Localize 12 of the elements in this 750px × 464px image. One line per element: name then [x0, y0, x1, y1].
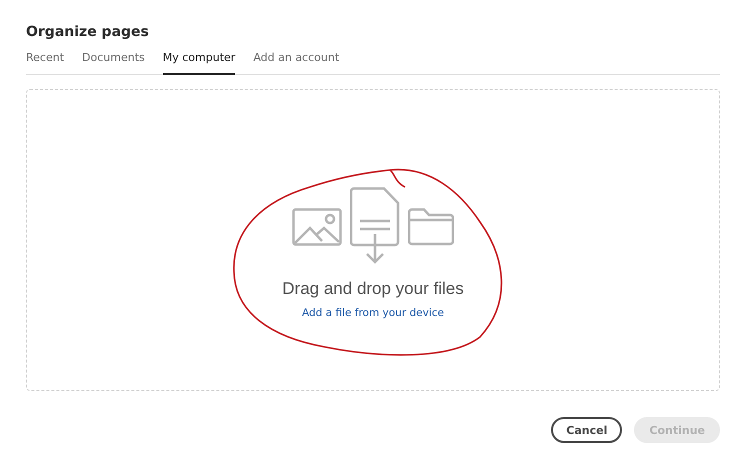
tab[interactable]: My computer — [162, 51, 236, 75]
tab[interactable]: Add an account — [253, 51, 340, 75]
dropzone[interactable]: Drag and drop your files Add a file from your device — [26, 89, 720, 391]
dialog-title: Organize pages — [26, 23, 150, 42]
dropzone-heading: Drag and drop your files — [282, 279, 464, 299]
add-file-link[interactable]: Add a file from your device — [302, 307, 444, 319]
cancel-button[interactable]: Cancel — [551, 417, 622, 443]
folder-icon — [408, 208, 454, 246]
tab[interactable]: Recent — [26, 51, 64, 75]
document-download-icon — [350, 187, 400, 265]
image-icon — [292, 208, 342, 246]
tab[interactable]: Documents — [82, 51, 145, 75]
